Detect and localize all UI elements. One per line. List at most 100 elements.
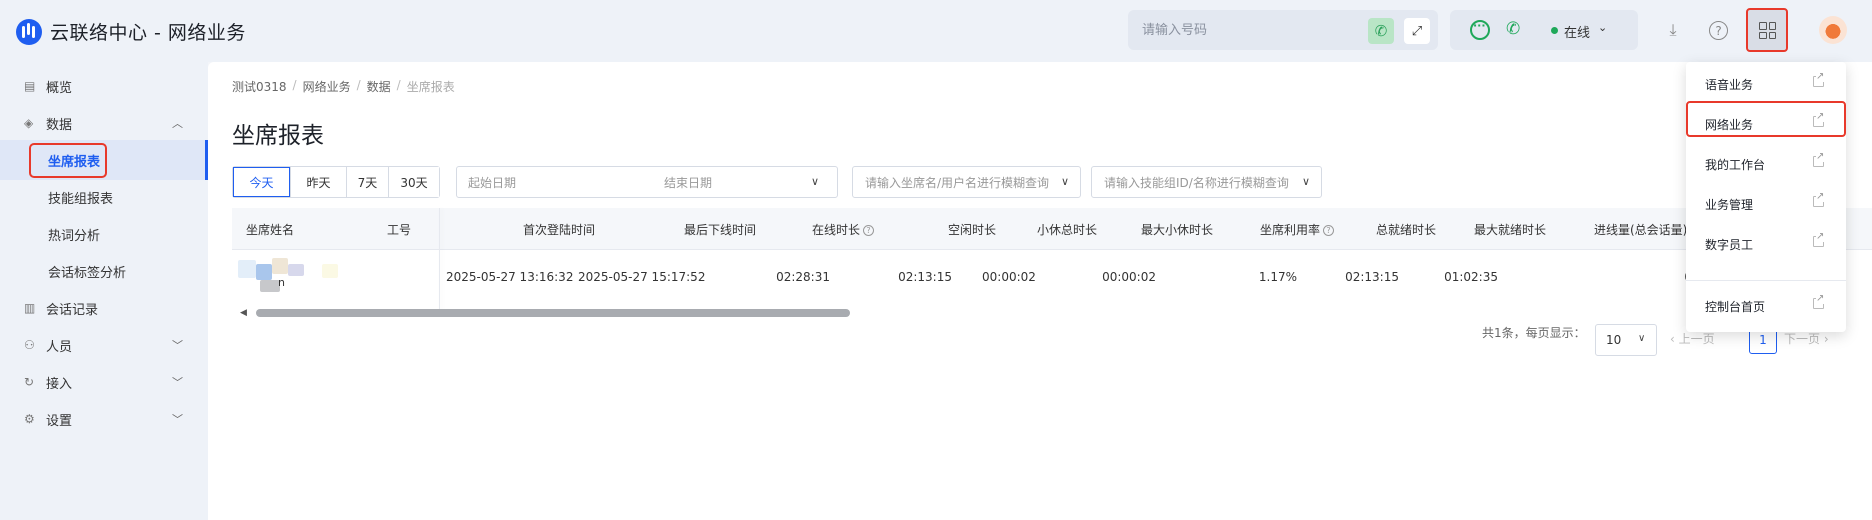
dial-phone-icon[interactable]: ✆ [1368, 18, 1394, 44]
column-header: 坐席利用率? [1260, 221, 1335, 238]
download-icon[interactable]: ⤓ [1661, 18, 1685, 42]
breadcrumb-item[interactable]: 数据 [367, 78, 391, 95]
column-header: 最大小休时长 [1141, 223, 1214, 237]
info-icon: ? [863, 225, 875, 236]
chevron-down-icon[interactable]: ⌄ [1598, 21, 1607, 34]
phone-call-icon[interactable]: ✆ [1506, 19, 1520, 39]
people-icon: ⚇ [24, 338, 35, 352]
page-size-select[interactable]: 10 ∨ [1595, 324, 1657, 356]
menu-item-label: 我的工作台 [1705, 158, 1766, 172]
chevron-down-icon: ﹀ [172, 376, 183, 389]
column-header: 工号 [387, 223, 412, 237]
table-header: 坐席姓名 工号 首次登陆时间 最后下线时间 在线时长? 空闲时长 小休总时长 最… [232, 208, 1872, 250]
sidebar-item-session-records[interactable]: ▥ 会话记录 [0, 288, 208, 328]
tab-yesterday[interactable]: 昨天 [291, 167, 347, 197]
next-page-button[interactable]: 下一页 › [1784, 330, 1829, 347]
chevron-down-icon: ∨ [1638, 333, 1646, 344]
sidebar-item-agent-report[interactable]: 坐席报表 [0, 140, 208, 180]
expand-icon[interactable]: ⤢ [1404, 18, 1430, 44]
sidebar-item-access[interactable]: ↻ 接入 ﹀ [0, 362, 208, 402]
external-link-icon [1813, 152, 1825, 167]
phone-number-input[interactable] [1142, 18, 1342, 42]
sidebar-item-people[interactable]: ⚇ 人员 ﹀ [0, 325, 208, 365]
sidebar-item-overview[interactable]: ▤ 概览 [0, 66, 208, 106]
external-link-icon [1813, 72, 1825, 87]
external-link-icon [1813, 192, 1825, 207]
table-row[interactable]: n 2025-05-27 13:16:32 2025-05-27 15:17:5… [232, 250, 1872, 306]
scrollbar-thumb[interactable] [256, 309, 850, 317]
avatar[interactable] [1819, 16, 1847, 44]
column-header: 进线量(总会话量) [1594, 223, 1688, 237]
overview-icon: ▤ [24, 79, 36, 93]
agent-report-table: 坐席姓名 工号 首次登陆时间 最后下线时间 在线时长? 空闲时长 小休总时长 最… [232, 208, 1872, 332]
brand: 云联络中心 - 网络业务 [16, 18, 246, 45]
sidebar-item-settings[interactable]: ⚙ 设置 ﹀ [0, 399, 208, 439]
cell-first-login: 2025-05-27 13:16:32 [446, 270, 574, 284]
chevron-down-icon[interactable]: ∨ [1061, 175, 1069, 188]
group-search-input[interactable] [1104, 173, 1296, 193]
sidebar-item-skill-group-report[interactable]: 技能组报表 [0, 177, 208, 217]
cell-break-total: 00:00:02 [982, 270, 1036, 284]
app-switcher-menu: 语音业务 网络业务 我的工作台 业务管理 数字员工 控制台首页 [1686, 62, 1846, 332]
scroll-left-arrow-icon[interactable]: ◀ [240, 308, 247, 318]
sidebar-item-label: 技能组报表 [48, 191, 114, 207]
column-header: 小休总时长 [1037, 223, 1098, 237]
app-switcher-button[interactable] [1746, 8, 1788, 52]
app-title: 云联络中心 - 网络业务 [50, 22, 246, 44]
tab-7-days[interactable]: 7天 [347, 167, 389, 197]
sidebar-item-data[interactable]: ◈ 数据 ︿ [0, 103, 208, 143]
records-icon: ▥ [24, 301, 36, 315]
menu-item-console-home[interactable]: 控制台首页 [1686, 287, 1846, 325]
sidebar-item-label: 概览 [46, 80, 73, 96]
prev-page-button[interactable]: ‹ 上一页 [1670, 330, 1715, 347]
help-icon[interactable]: ? [1709, 21, 1728, 40]
page-size-value: 10 [1606, 333, 1622, 347]
group-search-select: ∨ [1091, 166, 1322, 198]
tab-today[interactable]: 今天 [233, 167, 291, 197]
info-icon: ? [1323, 225, 1335, 236]
chevron-down-icon: ﹀ [172, 413, 183, 426]
menu-item-digital-staff[interactable]: 数字员工 [1686, 225, 1846, 263]
agent-search-input[interactable] [865, 173, 1055, 193]
start-date-input[interactable] [468, 173, 618, 193]
breadcrumb: 测试0318 / 网络业务 / 数据 / 坐席报表 [232, 78, 455, 95]
cell-ready-total: 02:13:15 [1345, 270, 1399, 284]
sidebar-item-label: 热词分析 [48, 228, 101, 244]
menu-item-my-workbench[interactable]: 我的工作台 [1686, 145, 1846, 183]
page-title: 坐席报表 [232, 123, 324, 149]
top-bar: 云联络中心 - 网络业务 ✆ ⤢ ✆ 在线 ⌄ ⤓ ? [0, 0, 1872, 62]
sidebar-item-label: 会话记录 [46, 302, 99, 318]
column-header: 首次登陆时间 [523, 223, 596, 237]
grid-apps-icon [1759, 22, 1776, 39]
chevron-down-icon[interactable]: ∨ [1302, 175, 1310, 188]
menu-item-voice-business[interactable]: 语音业务 [1686, 65, 1846, 103]
menu-item-label: 数字员工 [1705, 238, 1754, 252]
column-header: 空闲时长 [948, 223, 997, 237]
date-range-tabs: 今天 昨天 7天 30天 [232, 166, 440, 198]
chevron-down-icon[interactable]: ∨ [811, 175, 819, 188]
phone-dial-box: ✆ ⤢ [1128, 10, 1438, 50]
date-range-picker: ∨ [456, 166, 838, 198]
sidebar-item-label: 设置 [46, 413, 73, 429]
cell-last-logout: 2025-05-27 15:17:52 [578, 270, 706, 284]
sidebar: ▤ 概览 ◈ 数据 ︿ 坐席报表 技能组报表 热词分析 会话标签分析 ▥ 会话记… [0, 62, 208, 520]
column-header: 在线时长? [812, 221, 875, 238]
cell-ready-max: 01:02:35 [1444, 270, 1498, 284]
sidebar-item-session-tag-analysis[interactable]: 会话标签分析 [0, 251, 208, 291]
menu-item-business-management[interactable]: 业务管理 [1686, 185, 1846, 223]
cell-idle-duration: 02:13:15 [898, 270, 952, 284]
status-dropdown[interactable]: 在线 [1564, 22, 1590, 41]
logo-icon [16, 18, 42, 45]
menu-item-label: 语音业务 [1705, 78, 1754, 92]
highlight-box [29, 143, 107, 178]
breadcrumb-current: 坐席报表 [406, 80, 455, 94]
external-link-icon [1813, 232, 1825, 247]
breadcrumb-item[interactable]: 测试0318 [232, 78, 287, 95]
tab-30-days[interactable]: 30天 [389, 167, 439, 197]
breadcrumb-item[interactable]: 网络业务 [303, 78, 351, 95]
sidebar-item-hotword-analysis[interactable]: 热词分析 [0, 214, 208, 254]
end-date-input[interactable] [664, 173, 814, 193]
chat-icon[interactable] [1470, 19, 1490, 40]
horizontal-scrollbar[interactable]: ◀ [232, 306, 1872, 318]
main-content: 测试0318 / 网络业务 / 数据 / 坐席报表 坐席报表 今天 昨天 7天 … [208, 62, 1872, 520]
